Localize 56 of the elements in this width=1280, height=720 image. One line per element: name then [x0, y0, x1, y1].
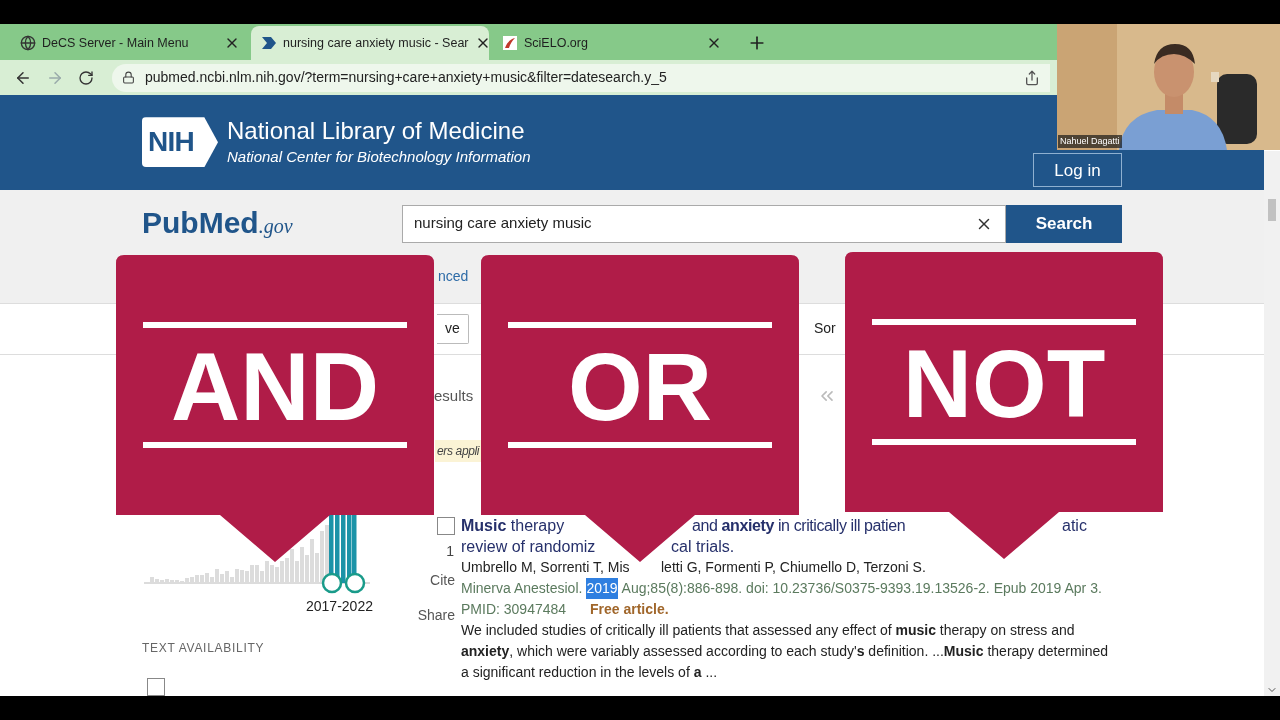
checkbox[interactable]	[147, 678, 165, 696]
checkbox[interactable]	[437, 517, 455, 535]
search-button[interactable]: Search	[1006, 204, 1122, 243]
filters-notice: ers appli	[435, 440, 481, 462]
results-count: esults	[434, 385, 474, 406]
citation-details: Aug;85(8):886-898. doi: 10.23736/S0375-9393.19.13526-2. Epub 2019 Apr 3.	[621, 579, 1102, 598]
operator-label: OR	[568, 339, 712, 435]
sort-label: Sor	[814, 319, 836, 339]
share-icon[interactable]	[1024, 69, 1040, 86]
section-heading: TEXT AVAILABILITY	[142, 640, 266, 657]
result-number: 1	[446, 542, 454, 561]
article-title-link[interactable]: review of randomiz	[461, 538, 596, 555]
article-title-link[interactable]: atic	[1062, 515, 1087, 536]
url-text: pubmed.ncbi.nlm.nih.gov/?term=nursing+care+anxiety+music&filter=datesearch.y_5	[145, 68, 668, 87]
site-title: National Library of Medicine	[227, 116, 526, 146]
operator-label: AND	[171, 339, 379, 435]
globe-icon	[20, 35, 36, 51]
scielo-favicon-icon	[502, 35, 518, 51]
save-button[interactable]: ve	[437, 313, 469, 344]
search-field[interactable]: nursing care anxiety music	[402, 204, 1006, 243]
tab-title: SciELO.org	[524, 34, 589, 52]
browser-tab[interactable]: nursing care anxiety music - Sear	[251, 26, 489, 60]
article-title-link[interactable]: and anxiety in critically ill patien	[692, 517, 906, 534]
login-button[interactable]: Log in	[1033, 153, 1122, 188]
address-field[interactable]: pubmed.ncbi.nlm.nih.gov/?term=nursing+care+anxiety+music&filter=datesearch.y_5	[112, 63, 1050, 92]
search-query: nursing care anxiety music	[414, 213, 593, 234]
pmid: PMID: 30947484	[461, 601, 567, 617]
article-title-link[interactable]: cal trials.	[671, 536, 735, 557]
advanced-link[interactable]: nced	[438, 266, 469, 285]
article-title-link[interactable]: Music therapy	[461, 517, 565, 534]
range-handle[interactable]	[321, 572, 343, 594]
action-link[interactable]: Cite	[430, 570, 455, 591]
range-handle[interactable]	[344, 572, 366, 594]
action-link[interactable]: Share	[417, 605, 455, 626]
browser-tab[interactable]: SciELO.org	[492, 26, 730, 60]
free-article-label: Free article.	[590, 600, 669, 619]
citation-year: 2019	[586, 578, 618, 599]
scrollbar-thumb[interactable]	[1268, 199, 1276, 221]
scrollbar[interactable]	[1264, 151, 1280, 696]
browser-tab[interactable]: DeCS Server - Main Menu	[10, 26, 248, 60]
reload-icon[interactable]	[78, 69, 94, 86]
timeline-range: 2017-2022	[306, 597, 374, 616]
tab-title: DeCS Server - Main Menu	[42, 34, 190, 52]
operator-label: NOT	[902, 336, 1106, 432]
pubmed-logo-domain: .gov	[258, 214, 293, 238]
article-authors: letti G, Formenti P, Chiumello D, Terzoni S.	[661, 558, 926, 577]
pubmed-favicon-icon	[261, 35, 277, 51]
pubmed-logo: PubMed	[142, 207, 259, 238]
journal-name: Minerva Anestesiol.	[461, 579, 583, 598]
participant-name: Nahuel Dagatti	[1058, 135, 1122, 148]
nih-logo-text: NIH	[148, 125, 195, 160]
abstract-snippet: We included studies of critically ill patients that assessed any effect of music therapy on stress and anxiety, which were variably assessed according to each study's definition. ...Music therapy determined a significant reduction in the levels of a ...	[461, 621, 1109, 682]
site-subtitle: National Center for Biotechnology Information	[227, 147, 531, 167]
article-authors: Umbrello M, Sorrenti T, Mis	[461, 559, 630, 575]
tab-title: nursing care anxiety music - Sear	[283, 34, 469, 52]
lock-icon	[122, 71, 135, 84]
